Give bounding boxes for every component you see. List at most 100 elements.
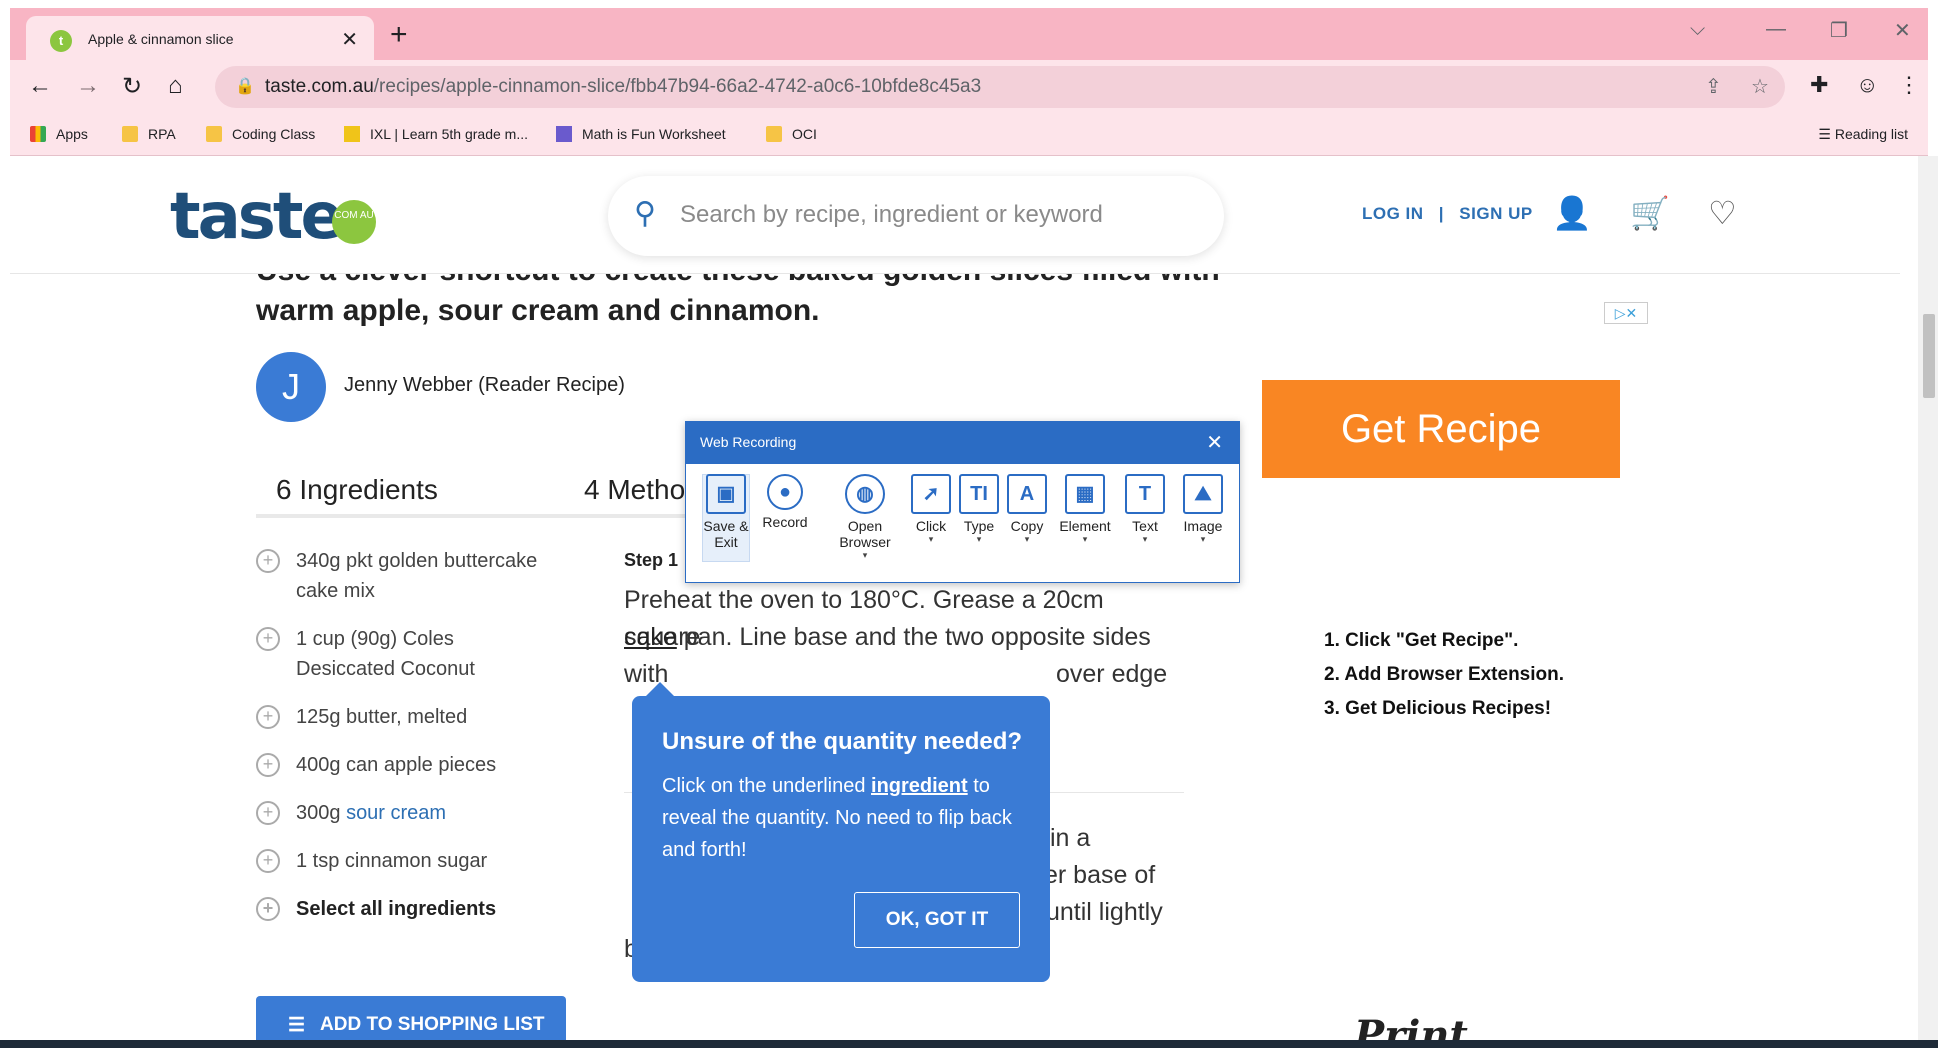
add-circle-icon[interactable]: + — [256, 705, 280, 729]
add-circle-icon[interactable]: + — [256, 897, 280, 921]
quantity-tooltip: Unsure of the quantity needed? Click on … — [632, 682, 1050, 982]
recipe-lead: warm apple, sour cream and cinnamon. — [256, 294, 820, 327]
restore-icon[interactable]: ❐ — [1830, 18, 1848, 43]
auth-links: LOG IN | SIGN UP — [1362, 204, 1533, 224]
ingredient-item[interactable]: +340g pkt golden buttercake cake mix — [256, 546, 556, 606]
taste-logo[interactable]: taste — [170, 180, 344, 254]
add-circle-icon[interactable]: + — [256, 549, 280, 573]
add-to-shopping-list-button[interactable]: ☰ ADD TO SHOPPING LIST — [256, 996, 566, 1040]
add-circle-icon[interactable]: + — [256, 753, 280, 777]
page-scrollbar[interactable] — [1918, 156, 1938, 1040]
tooltip-ingredient-link[interactable]: ingredient — [871, 775, 968, 797]
image-button[interactable]: ⛰ Image ▾ — [1176, 474, 1230, 544]
share-icon[interactable]: ⇪ — [1705, 74, 1722, 99]
dropdown-arrow-icon: ▾ — [1142, 534, 1148, 544]
bookmark-ixl[interactable]: IXL | Learn 5th grade m... — [344, 126, 528, 142]
ad-step: 3. Get Delicious Recipes! — [1324, 698, 1552, 719]
minimize-icon[interactable]: — — [1766, 18, 1786, 41]
ingredient-link[interactable]: sour cream — [346, 802, 446, 824]
cart-icon[interactable]: 🛒 — [1630, 194, 1670, 232]
close-icon[interactable]: ✕ — [1206, 430, 1223, 455]
user-icon[interactable]: 👤 — [1552, 194, 1592, 232]
save-exit-button[interactable]: ▣ Save & Exit — [702, 474, 750, 550]
ingredient-item[interactable]: +125g butter, melted — [256, 702, 556, 732]
text-button[interactable]: T Text ▾ — [1120, 474, 1170, 544]
url-text: taste.com.au/recipes/apple-cinnamon-slic… — [265, 76, 982, 97]
forward-icon[interactable]: → — [76, 72, 100, 100]
folder-icon — [122, 126, 138, 142]
tab-ingredients[interactable]: 6 Ingredients — [276, 474, 438, 506]
recipe-search-input[interactable]: ⚲ Search by recipe, ingredient or keywor… — [608, 176, 1224, 256]
add-circle-icon[interactable]: + — [256, 849, 280, 873]
select-all-ingredients[interactable]: + Select all ingredients — [256, 894, 556, 924]
browser-tab[interactable]: t Apple & cinnamon slice ✕ — [26, 16, 374, 60]
bookmark-oci[interactable]: OCI — [766, 126, 817, 142]
record-icon: ● — [767, 474, 803, 510]
author-avatar[interactable]: J — [256, 352, 326, 422]
apps-grid-icon — [30, 126, 46, 142]
copy-button[interactable]: A Copy ▾ — [1004, 474, 1050, 544]
ingredient-item[interactable]: +1 cup (90g) Coles Desiccated Coconut — [256, 624, 556, 684]
type-button[interactable]: TI Type ▾ — [956, 474, 1002, 544]
click-icon: ➚ — [911, 474, 951, 514]
step-1-label: Step 1 — [624, 550, 679, 570]
text-icon: T — [1125, 474, 1165, 514]
close-tab-icon[interactable]: ✕ — [341, 27, 358, 52]
click-button[interactable]: ➚ Click ▾ — [908, 474, 954, 544]
dropdown-arrow-icon: ▾ — [1024, 534, 1030, 544]
add-circle-icon[interactable]: + — [256, 627, 280, 651]
copy-icon: A — [1007, 474, 1047, 514]
menu-kebab-icon[interactable]: ⋮ — [1898, 72, 1920, 98]
dropdown-arrow-icon: ▾ — [862, 550, 868, 560]
home-icon[interactable]: ⌂ — [168, 72, 183, 100]
bookmark-math-is-fun[interactable]: Math is Fun Worksheet — [556, 126, 726, 142]
recording-toolbar: ▣ Save & Exit ● Record ◍ Open Browser ▾ ➚ Cli… — [694, 474, 1234, 574]
signup-link[interactable]: SIGN UP — [1459, 204, 1532, 223]
ingredient-item[interactable]: +1 tsp cinnamon sugar — [256, 846, 556, 876]
back-icon[interactable]: ← — [28, 72, 52, 100]
ingredient-item[interactable]: +400g can apple pieces — [256, 750, 556, 780]
bookmark-star-icon[interactable]: ☆ — [1751, 74, 1769, 99]
cake-ingredient-link[interactable]: cake — [624, 623, 677, 651]
lock-icon: 🔒 — [235, 78, 255, 95]
new-tab-icon[interactable]: + — [390, 18, 408, 52]
element-button[interactable]: ▦ Element ▾ — [1052, 474, 1118, 544]
step-2-fragment: er base of — [1044, 861, 1156, 889]
browser-toolbar: ← → ↻ ⌂ 🔒 taste.com.au/recipes/apple-cin… — [10, 60, 1928, 114]
bookmark-coding-class[interactable]: Coding Class — [206, 126, 315, 142]
tab-method[interactable]: 4 Metho — [584, 474, 685, 506]
profile-avatar-icon[interactable]: ☺ — [1856, 72, 1878, 98]
folder-icon — [766, 126, 782, 142]
ingredient-item[interactable]: +300g sour cream — [256, 798, 556, 828]
extensions-icon[interactable]: ✚ — [1810, 72, 1828, 98]
recipe-lead-cut: Use a clever shortcut to create these ba… — [256, 274, 1220, 288]
taskbar — [0, 1040, 1938, 1048]
open-browser-button[interactable]: ◍ Open Browser ▾ — [828, 474, 902, 560]
address-bar[interactable]: 🔒 taste.com.au/recipes/apple-cinnamon-sl… — [215, 66, 1785, 108]
bookmark-rpa[interactable]: RPA — [122, 126, 176, 142]
recipe-content: Use a clever shortcut to create these ba… — [10, 274, 1900, 1040]
login-link[interactable]: LOG IN — [1362, 204, 1424, 223]
close-window-icon[interactable]: ✕ — [1894, 18, 1911, 43]
reading-list[interactable]: ☰ Reading list — [1818, 126, 1908, 143]
ixl-icon — [344, 126, 360, 142]
author-name[interactable]: Jenny Webber (Reader Recipe) — [344, 374, 625, 397]
bookmark-apps[interactable]: Apps — [30, 126, 88, 142]
taste-favicon-icon: t — [50, 30, 72, 52]
save-icon: ▣ — [706, 474, 746, 514]
get-recipe-ad-button[interactable]: Get Recipe — [1262, 380, 1620, 478]
tooltip-title: Unsure of the quantity needed? — [662, 728, 1023, 755]
reload-icon[interactable]: ↻ — [122, 72, 142, 101]
heart-icon[interactable]: ♡ — [1708, 194, 1737, 232]
add-circle-icon[interactable]: + — [256, 801, 280, 825]
ok-got-it-button[interactable]: OK, GOT IT — [854, 892, 1020, 948]
tooltip-body: Click on the underlined ingredient to re… — [662, 775, 1012, 861]
adchoices-badge[interactable]: ▷✕ — [1604, 302, 1648, 324]
ad-step: 1. Click "Get Recipe". — [1324, 630, 1519, 651]
web-recording-title: Web Recording — [686, 422, 1239, 464]
web-page: taste COM AU ⚲ Search by recipe, ingredi… — [10, 156, 1918, 1040]
scrollbar-thumb[interactable] — [1923, 314, 1935, 398]
tab-search-chevron-icon[interactable]: ⌵ — [1690, 18, 1705, 41]
record-button[interactable]: ● Record — [754, 474, 816, 530]
dropdown-arrow-icon: ▾ — [928, 534, 934, 544]
